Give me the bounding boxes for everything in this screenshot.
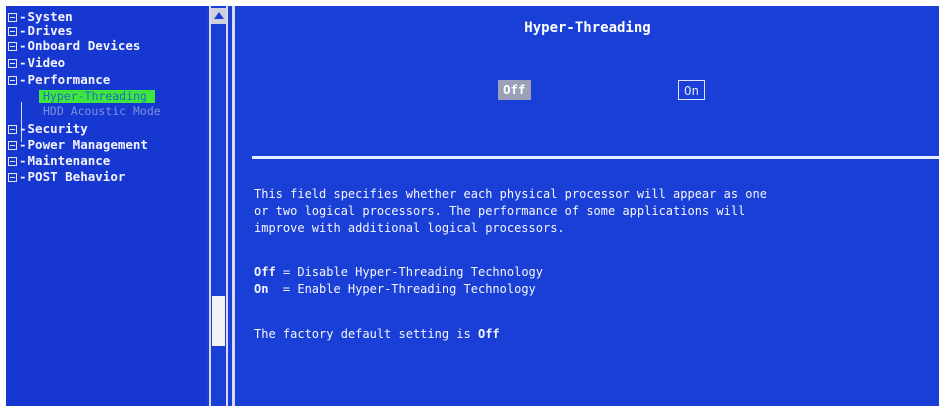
option-off-button[interactable]: Off	[498, 80, 531, 100]
tree-item-system[interactable]: -Systen	[8, 10, 73, 24]
tree-item-label: Video	[27, 55, 66, 70]
expand-icon	[8, 157, 17, 166]
tree-item-label: Performance	[27, 72, 111, 87]
tree-item-performance[interactable]: -Performance	[8, 73, 110, 87]
factory-default-note: The factory default setting is Off	[254, 326, 500, 343]
legend-on-key: On	[254, 282, 269, 296]
tree-item-security[interactable]: -Security	[8, 122, 88, 136]
tree-scrollbar[interactable]	[209, 6, 228, 406]
pane-divider	[232, 6, 235, 406]
tree-item-maintenance[interactable]: -Maintenance	[8, 154, 110, 168]
settings-tree: -Systen -Drives -Onboard Devices -Video …	[6, 6, 206, 406]
tree-subitem-hyper-threading[interactable]: Hyper-Threading	[39, 90, 155, 103]
tree-item-label: Maintenance	[27, 153, 111, 168]
expand-icon	[8, 125, 17, 134]
tree-subitem-hdd-acoustic-mode[interactable]: HDD Acoustic Mode	[39, 105, 161, 118]
tree-item-label: Systen	[27, 9, 73, 24]
tree-item-post-behavior[interactable]: -POST Behavior	[8, 170, 125, 184]
expand-icon	[8, 59, 17, 68]
expand-icon	[8, 13, 17, 22]
tree-item-drives[interactable]: -Drives	[8, 24, 73, 38]
setting-title: Hyper-Threading	[524, 20, 651, 36]
legend-off-key: Off	[254, 265, 276, 279]
legend-on-text: = Enable Hyper-Threading Technology	[268, 282, 536, 296]
bios-setup-screen: -Systen -Drives -Onboard Devices -Video …	[6, 6, 939, 406]
factory-default-prefix: The factory default setting is	[254, 327, 478, 341]
tree-item-video[interactable]: -Video	[8, 56, 65, 70]
description-line: improve with additional logical processo…	[254, 221, 565, 235]
scroll-up-arrow-icon[interactable]	[211, 8, 226, 24]
section-divider	[252, 156, 939, 159]
tree-item-label: POST Behavior	[27, 169, 126, 184]
tree-item-label: Power Management	[27, 137, 148, 152]
collapse-icon	[8, 76, 17, 85]
option-on-button[interactable]: On	[678, 80, 706, 100]
expand-icon	[8, 173, 17, 182]
tree-subitem-label: Hyper-Threading	[43, 89, 147, 103]
factory-default-value: Off	[477, 327, 500, 341]
tree-item-power-management[interactable]: -Power Management	[8, 138, 148, 152]
legend-off: Off = Disable Hyper-Threading Technology	[254, 264, 543, 281]
expand-icon	[8, 42, 17, 51]
scrollbar-thumb[interactable]	[212, 296, 225, 346]
tree-subitem-label: HDD Acoustic Mode	[43, 104, 161, 118]
tree-item-onboard-devices[interactable]: -Onboard Devices	[8, 39, 140, 53]
description-line: or two logical processors. The performan…	[254, 204, 746, 218]
expand-icon	[8, 141, 17, 150]
tree-item-label: Drives	[27, 23, 73, 38]
legend-on: On = Enable Hyper-Threading Technology	[254, 281, 536, 298]
expand-icon	[8, 27, 17, 36]
description-line: This field specifies whether each physic…	[254, 187, 767, 201]
tree-item-label: Onboard Devices	[27, 38, 141, 53]
setting-detail-pane: Hyper-Threading Off On This field specif…	[236, 6, 939, 406]
legend-off-text: = Disable Hyper-Threading Technology	[275, 265, 543, 279]
tree-item-label: Security	[27, 121, 88, 136]
